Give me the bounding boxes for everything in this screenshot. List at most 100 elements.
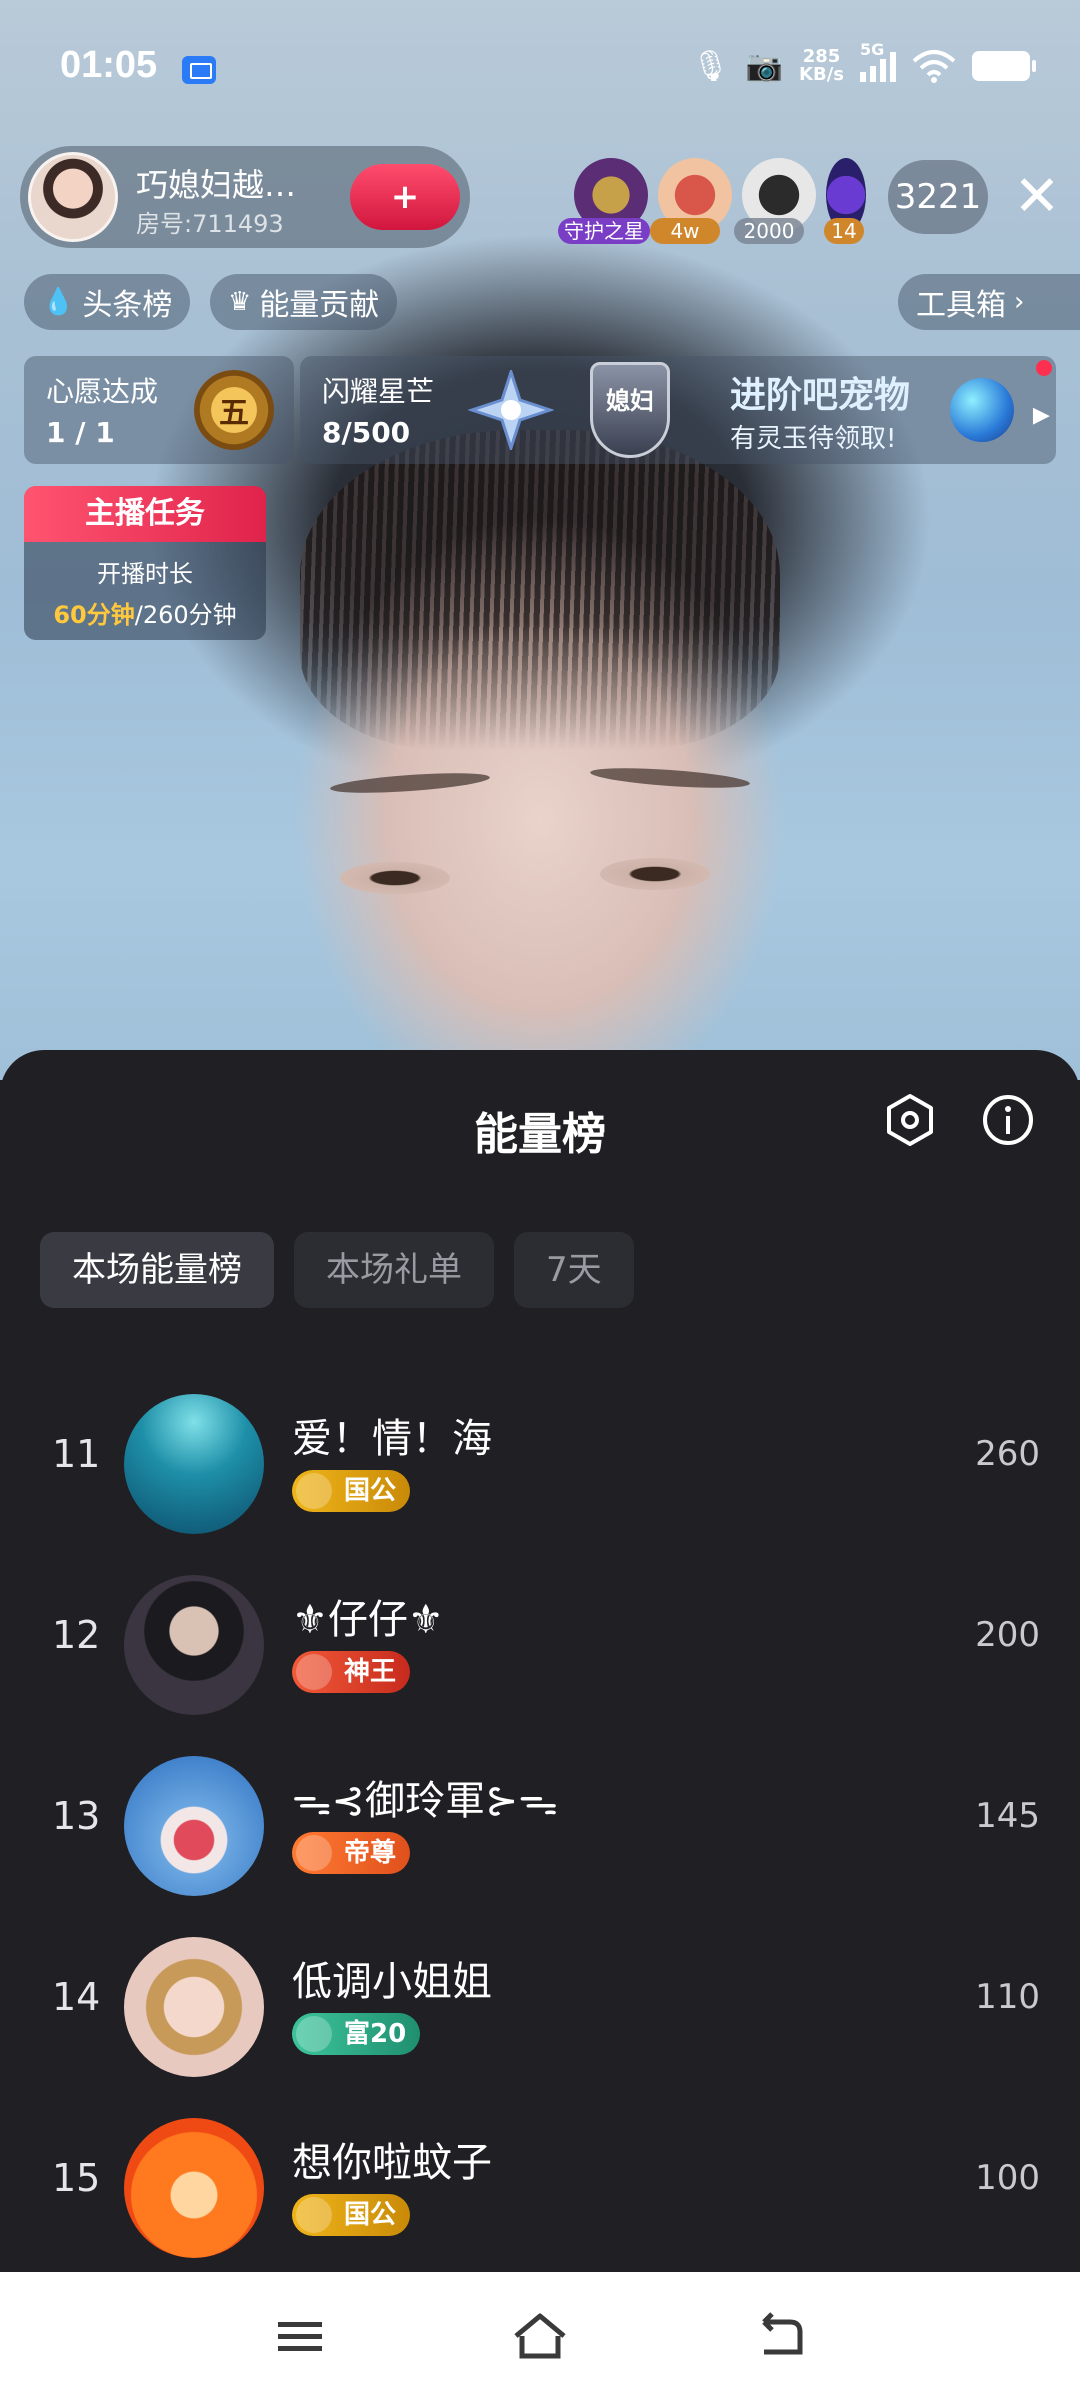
viewer-avatar-3[interactable]: 2000 [734, 158, 816, 244]
host-info[interactable]: 巧媳妇越… 房号:711493 + [20, 146, 470, 248]
triangle-gem-icon [296, 2016, 332, 2052]
rank-row[interactable]: 11 爱！情！海 国公 260 [0, 1376, 1080, 1557]
viewer-avatar-2[interactable]: 4w [650, 158, 732, 244]
avatar[interactable] [124, 1394, 264, 1534]
level-badge: 帝尊 [292, 1832, 411, 1874]
video-hair [300, 430, 780, 750]
avatar[interactable] [124, 1575, 264, 1715]
task-progress: 60分钟/260分钟 [24, 595, 266, 630]
energy-contrib-label: 能量贡献 [259, 288, 380, 323]
wish-panel[interactable]: 心愿达成 1 / 1 五 [24, 356, 294, 464]
rank-number: 13 [52, 1794, 101, 1838]
star-title: 闪耀星芒 [322, 375, 435, 408]
task-desc: 开播时长 [97, 560, 193, 588]
host-task-card[interactable]: 主播任务 开播时长 60分钟/260分钟 [24, 486, 266, 640]
diamond-icon [296, 2197, 332, 2233]
energy-rank-sheet: 能量榜 本场能量榜 本场礼单 7天 11 爱！情！海 国公 260 12 ⚜仔仔 [0, 1050, 1080, 2272]
microphone-icon: 🎙 [691, 48, 730, 84]
rank-row[interactable]: 13 ᯓ⊰御玲軍⊱ᯓ 帝尊 145 [0, 1738, 1080, 1919]
viewer-badge: 14 [824, 218, 864, 244]
network-type: 5G [860, 40, 885, 59]
viewer-avatar-4[interactable]: 14 [824, 158, 866, 244]
pet-title: 进阶吧宠物 [730, 375, 911, 416]
energy-score: 145 [975, 1796, 1040, 1836]
wish-value: 1 / 1 [46, 416, 115, 449]
signal-icon: 5G [860, 40, 896, 82]
host-avatar[interactable] [28, 152, 118, 242]
notification-dot [1036, 360, 1052, 376]
viewer-count[interactable]: 3221 [888, 160, 988, 234]
energy-score: 260 [975, 1434, 1040, 1474]
viewer-avatar-1[interactable]: 守护之星 [558, 158, 650, 244]
settings-icon[interactable] [882, 1092, 938, 1148]
rank-number: 15 [52, 2156, 101, 2200]
host-room-number: 房号:711493 [136, 210, 284, 238]
level-badge-label: 帝尊 [344, 1838, 397, 1868]
wish-title: 心愿达成 [46, 375, 159, 408]
battery-icon [972, 51, 1036, 81]
level-badge: 富20 [292, 2013, 421, 2055]
username: 爱！情！海 [292, 1416, 492, 1462]
avatar[interactable] [124, 1756, 264, 1896]
avatar[interactable] [124, 2118, 264, 2258]
energy-score: 110 [975, 1977, 1040, 2017]
crown-icon: ♛ [228, 287, 252, 317]
home-icon[interactable] [510, 2308, 570, 2364]
rank-row[interactable]: 15 想你啦蚊子 国公 100 [0, 2100, 1080, 2281]
level-badge-label: 神王 [344, 1657, 397, 1687]
rank-number: 14 [52, 1975, 101, 2019]
rank-row[interactable]: 12 ⚜仔仔⚜ 神王 200 [0, 1557, 1080, 1738]
crest-icon [296, 1835, 332, 1871]
flame-icon: 💧 [42, 287, 75, 317]
follow-button[interactable]: + [350, 164, 460, 230]
username: ⚜仔仔⚜ [292, 1597, 444, 1643]
level-badge: 神王 [292, 1651, 411, 1693]
status-time: 01:05 [60, 44, 158, 86]
chevron-right-icon: › [1014, 287, 1025, 317]
system-nav-bar [0, 2272, 1080, 2400]
star-burst-icon [468, 370, 554, 450]
energy-score: 100 [975, 2158, 1040, 2198]
energy-score: 200 [975, 1615, 1040, 1655]
task-progress-done: 60分钟 [53, 601, 135, 629]
camera-icon: 📷 [745, 48, 784, 84]
username: ᯓ⊰御玲軍⊱ᯓ [292, 1778, 558, 1824]
headline-rank-chip[interactable]: 💧 头条榜 [24, 274, 191, 330]
chevron-right-icon[interactable]: ▸ [1033, 394, 1050, 434]
task-progress-total: /260分钟 [134, 601, 237, 629]
menu-icon[interactable] [270, 2308, 330, 2364]
diamond-icon [296, 1473, 332, 1509]
level-badge-label: 国公 [344, 2200, 397, 2230]
tab-session-energy[interactable]: 本场能量榜 [40, 1232, 274, 1308]
host-name: 巧媳妇越… [136, 166, 297, 204]
close-icon[interactable]: ✕ [1010, 169, 1064, 225]
top-viewers: 守护之星 4w 2000 14 [558, 158, 866, 244]
info-icon[interactable] [980, 1092, 1036, 1148]
rank-tabs: 本场能量榜 本场礼单 7天 [40, 1232, 634, 1308]
rank-row[interactable]: 14 低调小姐姐 富20 110 [0, 1919, 1080, 2100]
star-panel[interactable]: 闪耀星芒 8/500 媳妇 进阶吧宠物 有灵玉待领取! ▸ [300, 356, 1056, 464]
shield-badge-icon: 媳妇 [590, 362, 670, 458]
avatar[interactable] [124, 1937, 264, 2077]
viewer-badge: 2000 [734, 218, 804, 244]
viewer-badge: 守护之星 [558, 218, 650, 244]
level-badge: 国公 [292, 1470, 411, 1512]
username: 低调小姐姐 [292, 1959, 492, 2005]
back-icon[interactable] [750, 2308, 810, 2364]
level-badge: 国公 [292, 2194, 411, 2236]
toolbox-label: 工具箱 [916, 288, 1006, 323]
tab-7-days[interactable]: 7天 [514, 1232, 634, 1308]
rank-number: 11 [52, 1432, 101, 1476]
pet-subtitle: 有灵玉待领取! [730, 424, 897, 454]
tab-session-gifts[interactable]: 本场礼单 [294, 1232, 494, 1308]
wifi-icon [912, 50, 956, 83]
star-value: 8/500 [322, 416, 411, 449]
task-title: 主播任务 [24, 486, 266, 542]
video-eye-left [340, 862, 450, 894]
net-speed-unit: KB/s [799, 64, 844, 85]
energy-contrib-chip[interactable]: ♛ 能量贡献 [210, 274, 398, 330]
toolbox-chip[interactable]: 工具箱 › [898, 274, 1080, 330]
level-badge-label: 富20 [344, 2019, 407, 2049]
rank-number: 12 [52, 1613, 101, 1657]
status-bar: 01:05 🎙 📷 285 KB/s 5G [0, 0, 1080, 140]
